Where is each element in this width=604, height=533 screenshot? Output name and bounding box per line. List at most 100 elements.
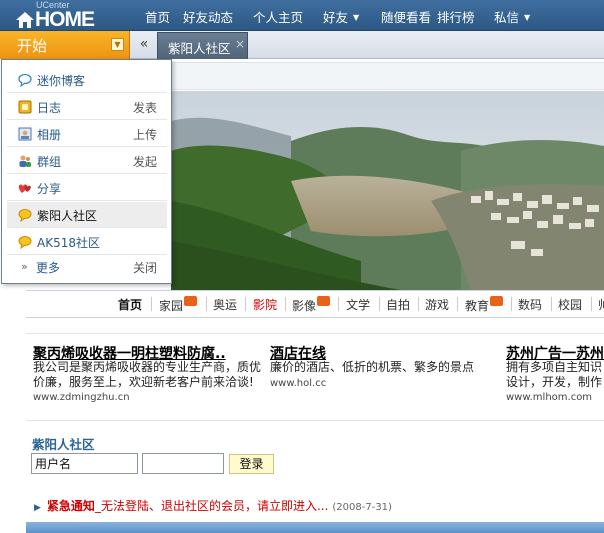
tab-close-icon[interactable]: ×: [235, 37, 245, 51]
menu-item-label: 分享: [37, 182, 62, 196]
nav-friends[interactable]: 好友 ▼: [323, 7, 359, 26]
logo-big-text: HOME: [35, 8, 95, 31]
photo-album-icon: [18, 127, 32, 141]
category-separator: [285, 297, 286, 311]
menu-item-group[interactable]: 群组 发起: [7, 148, 167, 174]
menu-item-label: 迷你博客: [37, 74, 86, 88]
menu-close-button[interactable]: 关闭: [133, 259, 157, 276]
ad-desc-2: 廉价的酒店、低折的机票、繁多的景点: [270, 360, 490, 375]
category-photo[interactable]: 影像: [292, 296, 331, 314]
nav-profile[interactable]: 个人主页: [253, 7, 303, 26]
nav-friend-feed[interactable]: 好友动态: [183, 7, 233, 26]
menu-item-diary[interactable]: 日志 发表: [7, 94, 167, 120]
category-label: 游戏: [425, 298, 450, 312]
menu-action-upload[interactable]: 上传: [133, 126, 157, 143]
ucenter-home-logo[interactable]: UCenter HOME: [16, 0, 100, 31]
notice-label: 紧急通知: [46, 499, 95, 513]
category-label: 帅: [598, 298, 604, 312]
category-olympics[interactable]: 奥运: [213, 296, 237, 313]
menu-item-label: 日志: [37, 101, 62, 115]
hot-badge-icon: [184, 296, 198, 306]
nav-home[interactable]: 首页: [145, 7, 170, 26]
category-separator: [151, 297, 152, 311]
category-label: 影院: [253, 298, 278, 312]
category-games[interactable]: 游戏: [425, 296, 449, 313]
menu-item-label: AK518社区: [37, 236, 100, 250]
collapse-arrow-icon[interactable]: «: [132, 31, 156, 59]
menu-action-publish[interactable]: 发表: [133, 99, 157, 116]
start-label: 开始: [17, 37, 48, 55]
tab-community-label: 紫阳人社区: [168, 41, 231, 56]
category-more[interactable]: 帅: [598, 296, 604, 313]
category-separator: [551, 297, 552, 311]
house-icon: [16, 12, 34, 28]
hot-badge-icon: [317, 296, 331, 306]
menu-item-mini-blog[interactable]: 迷你博客: [7, 67, 167, 93]
community-bubble-icon: [18, 236, 32, 249]
nav-ranking-label: 排行榜: [437, 10, 475, 25]
double-chevron-right-icon: »: [21, 260, 28, 273]
landscape-illustration: [171, 91, 604, 290]
menu-footer: » 更多 关闭: [7, 256, 167, 282]
group-icon: [19, 155, 31, 167]
category-label: 自拍: [386, 298, 411, 312]
ad-desc-line: 廉价的酒店、低折的机票、繁多的景点: [270, 360, 475, 374]
username-input[interactable]: [31, 453, 138, 474]
ad-url-1[interactable]: www.zdmingzhu.cn: [33, 392, 130, 403]
category-literature[interactable]: 文学: [346, 296, 370, 313]
notice-line[interactable]: ▶ 紧急通知_无法登陆、退出社区的会员，请立即进入... (2008-7-31): [34, 497, 392, 514]
category-campus[interactable]: 校园: [558, 296, 582, 313]
category-home[interactable]: 首页: [118, 296, 142, 313]
caret-down-icon: ▼: [353, 13, 360, 22]
category-label: 影像: [292, 299, 317, 313]
category-separator: [457, 297, 458, 311]
community-bubble-icon: [18, 209, 32, 222]
ad-url-2[interactable]: www.hol.cc: [270, 378, 326, 389]
ad-desc-line: 价廉，服务至上，欢迎新老客户前来洽谈!: [33, 375, 254, 389]
nav-friend-feed-label: 好友动态: [183, 10, 234, 25]
category-separator: [591, 297, 592, 311]
menu-item-ak518-community[interactable]: AK518社区: [7, 229, 167, 255]
content-header-strip: [171, 62, 604, 90]
ad-desc-3: 拥有多项自主知识 设计，开发，制作: [506, 360, 604, 390]
login-button[interactable]: 登录: [229, 454, 274, 474]
menu-item-album[interactable]: 相册 上传: [7, 121, 167, 147]
category-label: 校园: [558, 298, 583, 312]
menu-item-label: 相册: [37, 128, 62, 142]
category-label: 数码: [518, 298, 543, 312]
category-selfie[interactable]: 自拍: [386, 296, 410, 313]
nav-messages-label: 私信: [494, 10, 520, 25]
start-dropdown-icon[interactable]: ▼: [111, 38, 124, 51]
start-menu: 迷你博客 日志 发表 相册 上传 群组 发起 分享 紫阳人社区 AK518社区 …: [1, 59, 172, 284]
caret-down-icon: ▼: [524, 13, 531, 22]
ad-desc-line: 我公司是聚丙烯吸收器的专业生产商，质优: [33, 360, 262, 374]
password-input[interactable]: [142, 453, 224, 474]
ad-desc-line: 设计，开发，制作: [506, 375, 603, 389]
category-separator: [245, 297, 246, 311]
banner-landscape-image: [171, 91, 604, 290]
category-homeland[interactable]: 家园: [159, 296, 198, 314]
menu-item-label: 紫阳人社区: [37, 209, 98, 223]
menu-action-create[interactable]: 发起: [133, 153, 157, 170]
menu-item-share[interactable]: 分享: [7, 175, 167, 201]
ad-url-3[interactable]: www.mlhom.com: [506, 392, 592, 403]
category-digital[interactable]: 数码: [518, 296, 542, 313]
arrow-right-icon: ▶: [34, 503, 41, 513]
nav-ranking[interactable]: 排行榜: [437, 7, 475, 26]
category-education[interactable]: 教育: [465, 296, 504, 314]
ad-desc-1: 我公司是聚丙烯吸收器的专业生产商，质优 价廉，服务至上，欢迎新老客户前来洽谈!: [33, 360, 263, 390]
category-label: 家园: [159, 299, 184, 313]
tab-community[interactable]: 紫阳人社区 ×: [157, 32, 248, 59]
category-separator: [511, 297, 512, 311]
diary-icon: [18, 100, 32, 114]
nav-browse[interactable]: 随便看看: [381, 7, 431, 26]
login-section-title: 紫阳人社区: [32, 437, 95, 452]
chat-bubble-icon: [18, 73, 32, 87]
category-cinema[interactable]: 影院: [253, 296, 277, 313]
share-hearts-icon: [18, 184, 31, 193]
ad-desc-line: 拥有多项自主知识: [506, 360, 603, 374]
menu-item-ziyang-community[interactable]: 紫阳人社区: [7, 202, 167, 228]
nav-messages[interactable]: 私信 ▼: [494, 7, 530, 26]
category-separator: [418, 297, 419, 311]
menu-more-link[interactable]: 更多: [36, 259, 60, 276]
